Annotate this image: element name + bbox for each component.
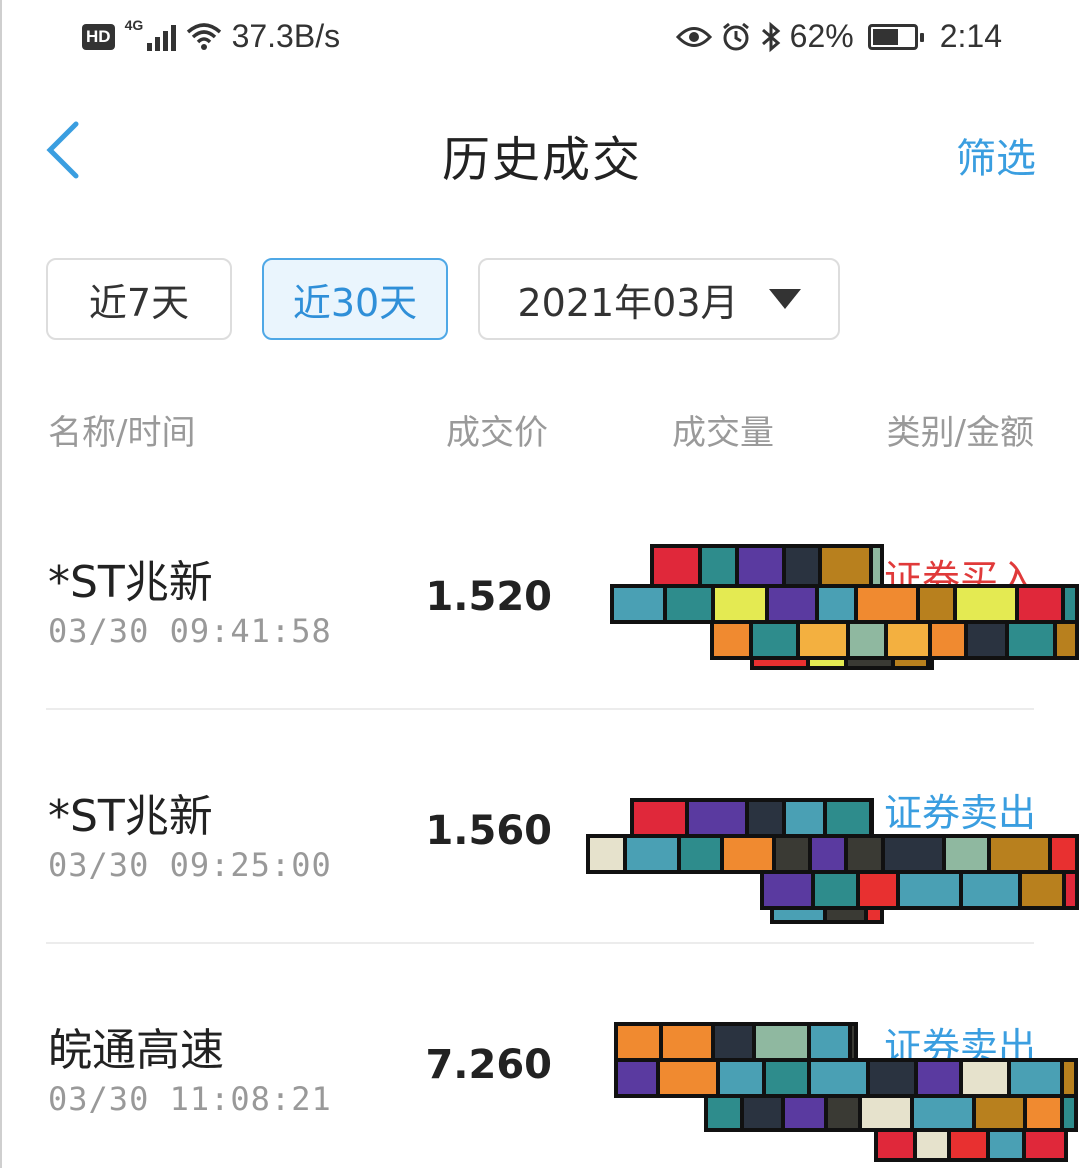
nav-bar: 历史成交 筛选	[2, 100, 1080, 200]
stock-name: *ST兆新	[48, 791, 213, 842]
clock: 2:14	[939, 18, 1002, 54]
status-right: 62% 2:14	[675, 18, 1002, 55]
trade-time: 03/30 09:25:00	[48, 846, 332, 884]
caret-down-icon	[768, 289, 801, 309]
trade-price: 1.520	[425, 574, 552, 620]
signal-icon: 4G	[125, 17, 176, 51]
trade-row[interactable]: 皖通高速 03/30 11:08:21 7.260 证券卖出	[2, 964, 1080, 1168]
col-volume: 成交量	[672, 413, 774, 453]
month-value: 2021年03月	[517, 280, 739, 325]
eye-icon	[675, 26, 712, 47]
month-dropdown[interactable]: 2021年03月	[478, 258, 840, 340]
stock-name: 皖通高速	[48, 1025, 224, 1076]
stock-name: *ST兆新	[48, 557, 213, 608]
range-30-days[interactable]: 近30天	[262, 258, 448, 340]
redaction-scribble	[586, 798, 1079, 924]
trade-row[interactable]: *ST兆新 03/30 09:25:00 1.560 证券卖出	[2, 730, 1080, 964]
trade-price: 7.260	[425, 1042, 552, 1088]
trade-row[interactable]: *ST兆新 03/30 09:41:58 1.520 证券买入	[2, 496, 1080, 730]
status-left: HD 4G 37.3B/s	[82, 17, 341, 55]
bluetooth-icon	[761, 21, 780, 52]
network-speed: 37.3B/s	[231, 18, 341, 54]
filter-button[interactable]: 筛选	[956, 126, 1036, 184]
battery-percent: 62%	[789, 18, 854, 54]
alarm-icon	[722, 22, 749, 50]
col-name-time: 名称/时间	[48, 413, 196, 453]
trade-time: 03/30 09:41:58	[48, 612, 332, 650]
range-7-days[interactable]: 近7天	[46, 258, 232, 340]
trade-time: 03/30 11:08:21	[48, 1080, 332, 1118]
trade-price: 1.560	[425, 808, 552, 854]
redaction-scribble	[614, 1022, 1078, 1162]
hd-badge: HD	[82, 23, 115, 50]
network-type: 4G	[124, 16, 144, 33]
page-title: 历史成交	[441, 132, 642, 188]
col-type-amount: 类别/金额	[886, 413, 1034, 453]
redaction-scribble	[610, 544, 1079, 670]
row-divider	[46, 708, 1034, 710]
col-price: 成交价	[446, 413, 548, 453]
status-bar: HD 4G 37.3B/s 62% 2:14	[2, 0, 1080, 76]
wifi-icon	[186, 22, 221, 50]
row-divider	[46, 942, 1034, 944]
battery-icon	[867, 23, 924, 50]
